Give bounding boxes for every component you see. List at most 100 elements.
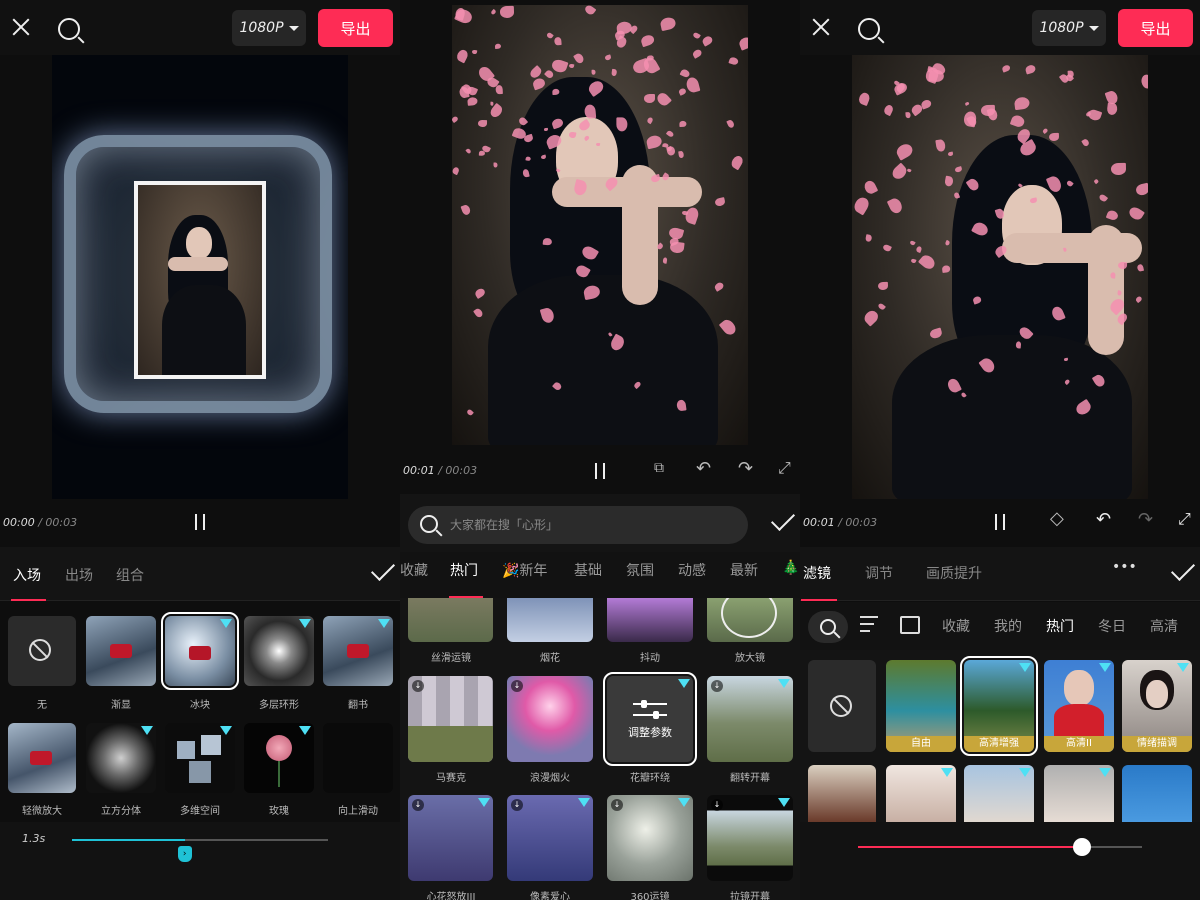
filter-mood[interactable]: 情绪描调 bbox=[1122, 660, 1192, 752]
category-christmas[interactable]: 🎄 bbox=[782, 560, 799, 576]
export-button[interactable]: 导出 bbox=[318, 9, 393, 47]
tab-filter[interactable]: 滤镜 bbox=[803, 563, 831, 583]
undo-icon[interactable]: ↶ bbox=[1096, 509, 1111, 530]
category-latest[interactable]: 最新 bbox=[730, 560, 758, 580]
tab-out[interactable]: 出场 bbox=[65, 565, 93, 585]
tab-combo[interactable]: 组合 bbox=[116, 565, 144, 585]
close-icon[interactable] bbox=[808, 14, 834, 40]
category-atmosphere[interactable]: 氛围 bbox=[626, 560, 654, 580]
effect-mosaic[interactable]: ↓ bbox=[408, 676, 493, 762]
filter-category-hot[interactable]: 热门 bbox=[1046, 616, 1074, 636]
filter-search-button[interactable] bbox=[808, 611, 848, 643]
adjust-params-label: 调整参数 bbox=[628, 726, 672, 739]
filter-free[interactable]: 自由 bbox=[886, 660, 956, 752]
category-hot[interactable]: 热门 bbox=[450, 560, 478, 580]
effect-zoom-open[interactable]: ↓ bbox=[707, 795, 793, 881]
original-sound-on-icon[interactable]: ⧉ bbox=[654, 460, 664, 476]
video-preview bbox=[52, 55, 348, 499]
filter-category-winter[interactable]: 冬日 bbox=[1098, 616, 1126, 636]
category-new-year[interactable]: 🎉新年 bbox=[502, 560, 547, 580]
fullscreen-icon[interactable]: ⤢ bbox=[1178, 509, 1191, 529]
filter-tile[interactable] bbox=[964, 765, 1034, 822]
filter-hd-enhance[interactable]: 高清增强 bbox=[960, 656, 1038, 756]
filter-tile[interactable] bbox=[1122, 765, 1192, 822]
export-button[interactable]: 导出 bbox=[1118, 9, 1193, 47]
effect-slight-zoom[interactable] bbox=[8, 723, 76, 793]
effect-rose[interactable] bbox=[244, 723, 314, 793]
vip-gem-icon bbox=[678, 798, 690, 807]
petal-particle bbox=[1137, 263, 1145, 272]
effect-ice-cube[interactable] bbox=[161, 612, 239, 690]
close-icon[interactable] bbox=[8, 14, 34, 40]
effect-flip-open[interactable]: ↓ bbox=[707, 676, 793, 762]
category-dynamic[interactable]: 动感 bbox=[678, 560, 706, 580]
filter-tile[interactable] bbox=[886, 765, 956, 822]
store-icon[interactable] bbox=[900, 616, 920, 634]
filter-tile[interactable] bbox=[808, 765, 876, 822]
pause-icon[interactable] bbox=[192, 514, 208, 530]
filter-category-hd[interactable]: 高清 bbox=[1150, 616, 1178, 636]
effect-heart-bloom[interactable]: ↓ bbox=[408, 795, 493, 881]
effect-multi-dimension[interactable] bbox=[165, 723, 235, 793]
effect-label: 轻微放大 bbox=[22, 806, 62, 817]
effect-label: 360运镜 bbox=[630, 892, 670, 900]
filter-category-favorites[interactable]: 收藏 bbox=[942, 616, 970, 636]
keyframe-icon[interactable]: ◇ bbox=[1050, 508, 1064, 529]
effect-label: 抖动 bbox=[640, 653, 660, 664]
effect-search-input[interactable] bbox=[450, 514, 730, 536]
effect-smooth-camera[interactable] bbox=[408, 598, 493, 642]
petal-particle bbox=[554, 37, 562, 46]
category-basic[interactable]: 基础 bbox=[574, 560, 602, 580]
petal-particle bbox=[906, 168, 912, 174]
effect-romantic-fireworks[interactable]: ↓ bbox=[507, 676, 593, 762]
filter-list-icon[interactable] bbox=[860, 616, 878, 632]
resolution-select[interactable]: 1080P bbox=[232, 10, 306, 46]
effect-slide-up[interactable] bbox=[323, 723, 393, 793]
undo-icon[interactable]: ↶ bbox=[696, 458, 711, 479]
confirm-check-icon[interactable] bbox=[370, 556, 396, 582]
filter-tile[interactable] bbox=[1044, 765, 1114, 822]
effect-360-camera[interactable]: ↓ bbox=[607, 795, 693, 881]
effect-fireworks[interactable] bbox=[507, 598, 593, 642]
fullscreen-icon[interactable]: ⤢ bbox=[778, 458, 791, 478]
video-preview bbox=[852, 55, 1148, 499]
pause-icon[interactable] bbox=[992, 514, 1008, 530]
duration-slider-handle[interactable]: › bbox=[177, 846, 192, 862]
pause-icon[interactable] bbox=[592, 463, 608, 479]
vip-gem-icon bbox=[1019, 663, 1031, 672]
adjust-params-icon[interactable] bbox=[633, 700, 667, 720]
search-button[interactable] bbox=[856, 16, 882, 42]
redo-icon[interactable]: ↷ bbox=[738, 458, 753, 479]
effect-fade-in[interactable] bbox=[86, 616, 156, 686]
resolution-select[interactable]: 1080P bbox=[1032, 10, 1106, 46]
effect-pixel-heart[interactable]: ↓ bbox=[507, 795, 593, 881]
effect-search[interactable] bbox=[408, 506, 748, 544]
redo-icon[interactable]: ↷ bbox=[1138, 509, 1153, 530]
confirm-check-icon[interactable] bbox=[1170, 556, 1196, 582]
petal-particle bbox=[471, 49, 478, 55]
petal-particle bbox=[852, 195, 872, 216]
petal-particle bbox=[494, 43, 502, 49]
category-favorites[interactable]: 收藏 bbox=[400, 560, 428, 580]
filter-category-mine[interactable]: 我的 bbox=[994, 616, 1022, 636]
effect-shake[interactable] bbox=[607, 598, 693, 642]
effect-none[interactable] bbox=[8, 616, 76, 686]
time-readout: 00:01 / 00:03 bbox=[803, 516, 878, 529]
filter-hd-ii[interactable]: 高清II bbox=[1044, 660, 1114, 752]
tab-underline bbox=[801, 599, 837, 601]
filter-none[interactable] bbox=[808, 660, 876, 752]
petal-particle bbox=[883, 104, 895, 117]
tab-in[interactable]: 入场 bbox=[13, 565, 41, 585]
petal-particle bbox=[616, 117, 628, 132]
top-bar: 1080P 导出 bbox=[800, 0, 1200, 55]
tab-quality[interactable]: 画质提升 bbox=[926, 563, 982, 583]
effect-multi-ring[interactable] bbox=[244, 616, 314, 686]
effect-magnifier[interactable] bbox=[707, 598, 793, 642]
vip-gem-icon bbox=[778, 798, 790, 807]
effect-page-turn[interactable] bbox=[323, 616, 393, 686]
effect-cube-split[interactable] bbox=[86, 723, 156, 793]
more-icon[interactable]: ••• bbox=[1112, 559, 1137, 575]
search-button[interactable] bbox=[56, 16, 82, 42]
tab-adjust[interactable]: 调节 bbox=[865, 563, 893, 583]
none-icon bbox=[830, 695, 852, 717]
